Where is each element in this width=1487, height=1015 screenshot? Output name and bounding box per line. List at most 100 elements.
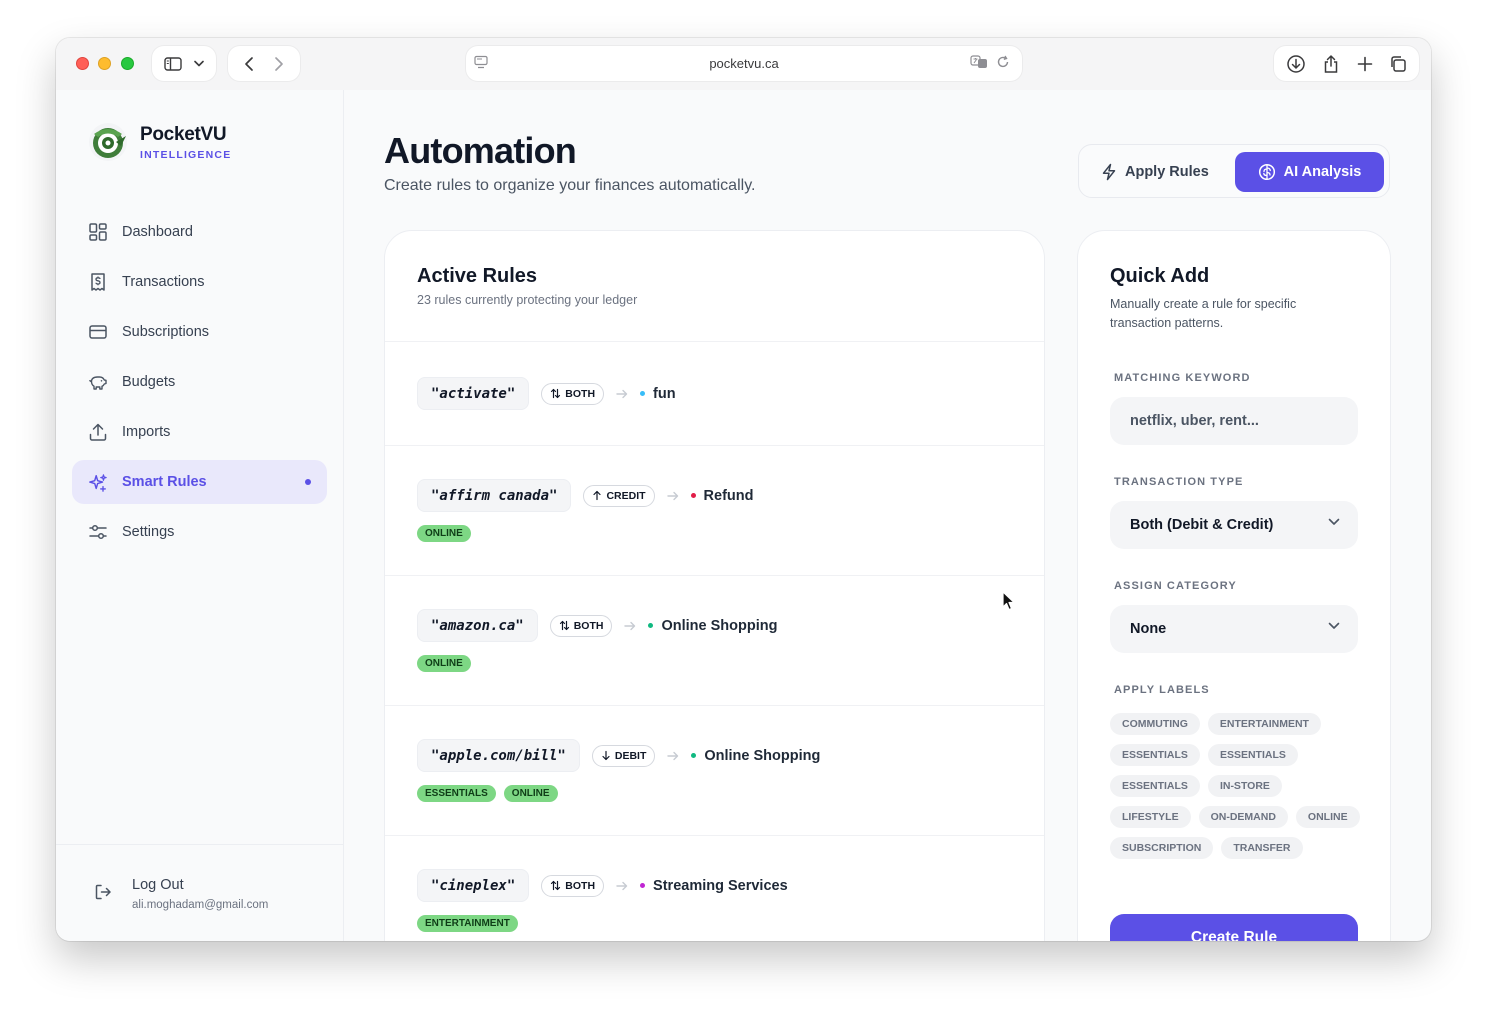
chevron-down-icon[interactable] [194,60,204,67]
label-chip-on-demand[interactable]: ON-DEMAND [1198,806,1288,828]
sidebar-toggle-group [152,46,216,81]
sidebar-item-label: Budgets [122,374,176,390]
label-chip-entertainment[interactable]: ENTERTAINMENT [1207,713,1321,735]
apply-labels-label: APPLY LABELS [1114,684,1210,696]
chevron-down-icon [1328,518,1340,526]
arrow-down-icon [601,750,611,761]
label-chip-commuting[interactable]: COMMUTING [1110,713,1200,735]
close-window-button[interactable] [76,57,89,70]
sliders-icon [88,522,108,542]
logout-icon[interactable] [94,883,112,906]
ai-analysis-button[interactable]: AI Analysis [1235,152,1384,192]
tab-overview-icon[interactable] [1389,55,1407,73]
label-chip-list: COMMUTING ENTERTAINMENT ESSENTIALS ESSEN… [1110,713,1360,859]
category-color-dot [691,753,697,758]
apply-rules-label: Apply Rules [1125,164,1209,180]
minimize-window-button[interactable] [98,57,111,70]
active-rules-count: 23 rules currently protecting your ledge… [417,293,638,307]
sidebar-item-budgets[interactable]: Budgets [72,360,327,404]
rule-row[interactable]: "affirm canada" CREDIT Refund ONLINE [385,446,1044,576]
label-chip-essentials[interactable]: ESSENTIALS [1110,744,1200,766]
sidebar-item-label: Transactions [122,274,205,290]
label-chip-subscription[interactable]: SUBSCRIPTION [1110,837,1214,859]
keyword-input[interactable]: netflix, uber, rent... [1110,397,1358,445]
create-rule-button[interactable]: Create Rule [1110,914,1358,941]
rule-label-chip: ONLINE [503,785,558,802]
receipt-icon [88,272,108,292]
assign-category-value: None [1130,621,1167,637]
main-content: Automation Create rules to organize your… [344,90,1431,941]
ai-analysis-label: AI Analysis [1283,164,1362,180]
sidebar-item-smart-rules[interactable]: Smart Rules [72,460,327,504]
lightning-icon [1101,163,1117,181]
transaction-type-select[interactable]: Both (Debit & Credit) [1110,501,1358,549]
brand[interactable]: PocketVU INTELLIGENCE [88,122,231,162]
rule-label-chip: ENTERTAINMENT [417,915,518,932]
share-icon[interactable] [1322,54,1340,74]
new-tab-icon[interactable] [1357,56,1373,72]
label-chip-online[interactable]: ONLINE [1295,806,1360,828]
logout-label[interactable]: Log Out [132,877,184,893]
active-rules-title: Active Rules [417,265,538,287]
rule-keyword: "cineplex" [417,869,530,902]
category-color-dot [640,883,646,888]
rule-label-chip: ONLINE [417,525,471,542]
keyword-field-label: MATCHING KEYWORD [1114,372,1251,384]
assign-category-select[interactable]: None [1110,605,1358,653]
sidebar-item-settings[interactable]: Settings [72,510,327,554]
arrow-right-icon [667,751,679,761]
rule-category: fun [653,385,676,402]
swap-vertical-icon [559,620,570,631]
rule-row[interactable]: "cineplex" BOTH Streaming Services ENTER… [385,836,1044,941]
forward-icon[interactable] [274,56,284,72]
arrow-right-icon [616,389,628,399]
keyword-placeholder: netflix, uber, rent... [1130,413,1259,429]
dashboard-icon [88,222,108,242]
label-chip-essentials[interactable]: ESSENTIALS [1110,775,1200,797]
sidebar-nav: Dashboard Transactions Subscriptions Bud… [72,210,327,560]
category-color-dot [640,391,646,396]
rule-row[interactable]: "activate" BOTH fun [385,341,1044,446]
arrow-right-icon [616,881,628,891]
arrow-right-icon [666,491,679,501]
transaction-type-value: Both (Debit & Credit) [1130,517,1274,533]
sidebar-item-subscriptions[interactable]: Subscriptions [72,310,327,354]
label-chip-transfer[interactable]: TRANSFER [1221,837,1303,859]
sidebar-item-label: Subscriptions [122,324,210,340]
direction-badge: CREDIT [583,484,655,507]
label-chip-in-store[interactable]: IN-STORE [1207,775,1282,797]
direction-badge: BOTH [549,614,613,637]
page-actions: Apply Rules AI Analysis [1078,144,1390,198]
address-bar[interactable]: pocketvu.ca [466,46,1022,81]
page-menu-icon[interactable] [474,55,488,69]
rule-category: Online Shopping [661,617,778,634]
sparkles-icon [88,472,108,492]
rule-row[interactable]: "apple.com/bill" DEBIT Online Shopping E… [385,706,1044,836]
download-icon[interactable] [1286,54,1306,74]
sidebar-item-imports[interactable]: Imports [72,410,327,454]
logout-section[interactable]: Log Out ali.moghadam@gmail.com [56,844,343,941]
brand-name: PocketVU [140,123,227,145]
active-indicator-dot [305,479,311,485]
rule-category: Refund [703,487,754,504]
browser-window: pocketvu.ca PocketVU INTELLIGENCE Dashbo… [56,38,1431,941]
rule-row[interactable]: "amazon.ca" BOTH Online Shopping ONLINE [385,576,1044,706]
reload-icon[interactable] [996,55,1010,69]
apply-rules-button[interactable]: Apply Rules [1089,152,1221,192]
chevron-down-icon [1328,622,1340,630]
back-icon[interactable] [244,56,254,72]
create-rule-label: Create Rule [1190,929,1278,941]
zoom-window-button[interactable] [121,57,134,70]
sidebar-item-dashboard[interactable]: Dashboard [72,210,327,254]
label-chip-lifestyle[interactable]: LIFESTYLE [1110,806,1191,828]
rule-keyword: "activate" [417,377,530,410]
rule-category: Streaming Services [653,877,788,894]
translate-icon[interactable] [970,55,988,69]
piggy-bank-icon [88,372,108,392]
sidebar-toggle-icon[interactable] [164,56,182,71]
browser-toolbar: pocketvu.ca [56,38,1431,90]
history-nav-group [228,46,300,81]
label-chip-essentials[interactable]: ESSENTIALS [1207,744,1298,766]
assign-category-label: ASSIGN CATEGORY [1114,580,1237,592]
sidebar-item-transactions[interactable]: Transactions [72,260,327,304]
